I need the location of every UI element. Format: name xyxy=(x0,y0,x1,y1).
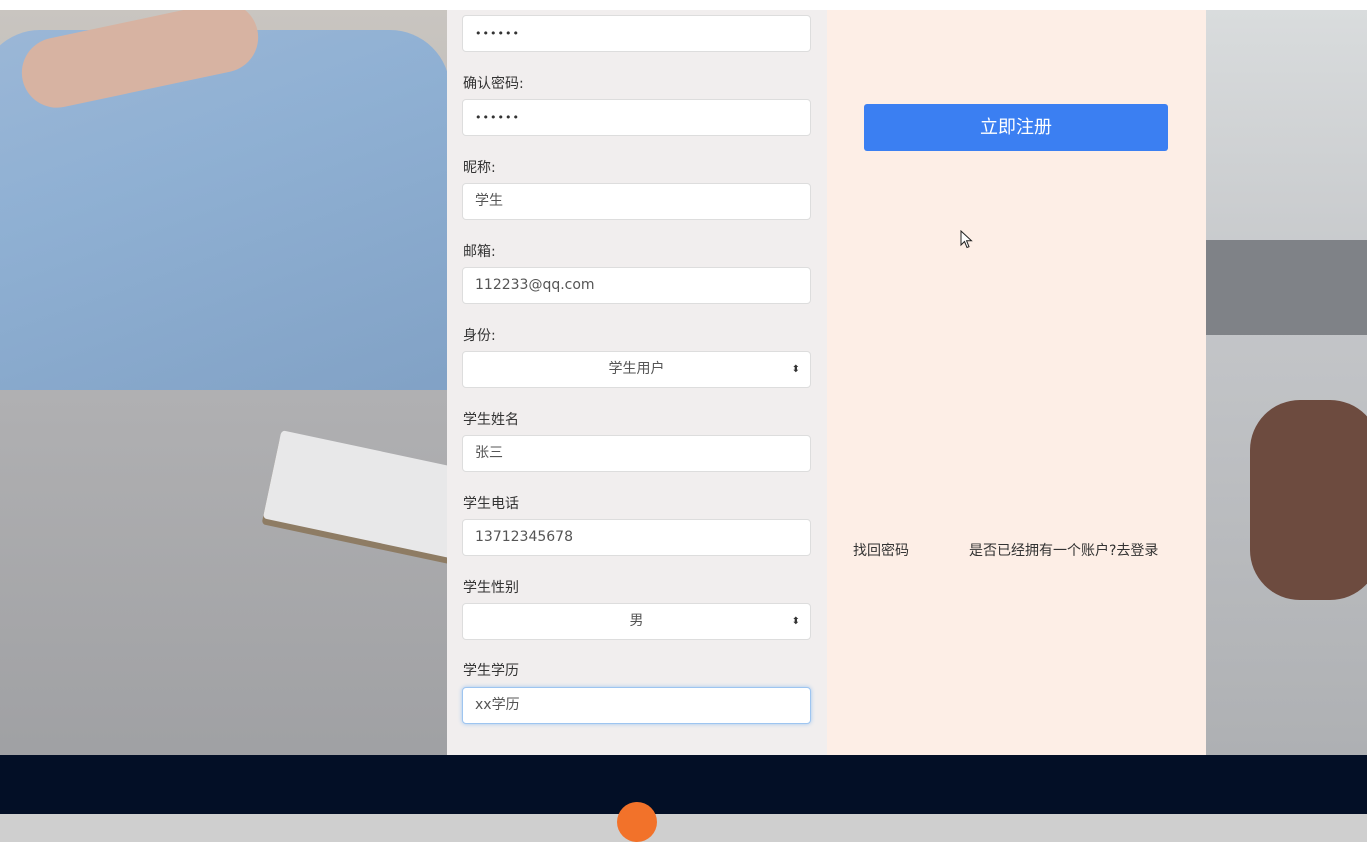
student-name-field[interactable]: 张三 xyxy=(462,435,811,472)
email-label: 邮箱: xyxy=(463,244,496,260)
nickname-label: 昵称: xyxy=(463,160,496,176)
student-phone-field[interactable]: 13712345678 xyxy=(462,519,811,556)
mouse-cursor-icon xyxy=(960,230,973,249)
student-gender-select[interactable]: 男 ⬍ xyxy=(462,603,811,640)
nickname-field[interactable]: 学生 xyxy=(462,183,811,220)
student-phone-label: 学生电话 xyxy=(463,496,519,512)
student-education-field[interactable]: xx学历 xyxy=(462,687,811,724)
student-gender-label: 学生性别 xyxy=(463,580,519,596)
student-name-label: 学生姓名 xyxy=(463,412,519,428)
forgot-password-link[interactable]: 找回密码 xyxy=(853,540,909,560)
student-gender-select-value: 男 xyxy=(629,613,644,629)
registration-actions-panel: 立即注册 找回密码 是否已经拥有一个账户?去登录 xyxy=(827,10,1206,755)
student-education-label: 学生学历 xyxy=(463,663,519,679)
select-arrow-icon: ⬍ xyxy=(791,364,800,375)
identity-select[interactable]: 学生用户 ⬍ xyxy=(462,351,811,388)
footer-bar xyxy=(0,755,1367,842)
identity-label: 身份: xyxy=(463,328,496,344)
background-laptop xyxy=(1205,240,1367,335)
confirm-password-label: 确认密码: xyxy=(463,76,524,92)
password-field[interactable]: •••••• xyxy=(462,15,811,52)
background-right-scene xyxy=(1205,10,1367,755)
go-to-login-link[interactable]: 是否已经拥有一个账户?去登录 xyxy=(969,540,1158,560)
background-table xyxy=(0,390,470,755)
confirm-password-field[interactable]: •••••• xyxy=(462,99,811,136)
footer-logo-icon xyxy=(617,802,657,842)
registration-form-panel: •••••• 确认密码: •••••• 昵称: 学生 邮箱: 112233@qq… xyxy=(447,10,827,755)
top-strip xyxy=(0,0,1367,10)
identity-select-value: 学生用户 xyxy=(608,361,665,377)
select-arrow-icon: ⬍ xyxy=(791,616,800,627)
background-typing-hand xyxy=(1250,400,1367,600)
register-button[interactable]: 立即注册 xyxy=(864,104,1168,151)
email-field[interactable]: 112233@qq.com xyxy=(462,267,811,304)
